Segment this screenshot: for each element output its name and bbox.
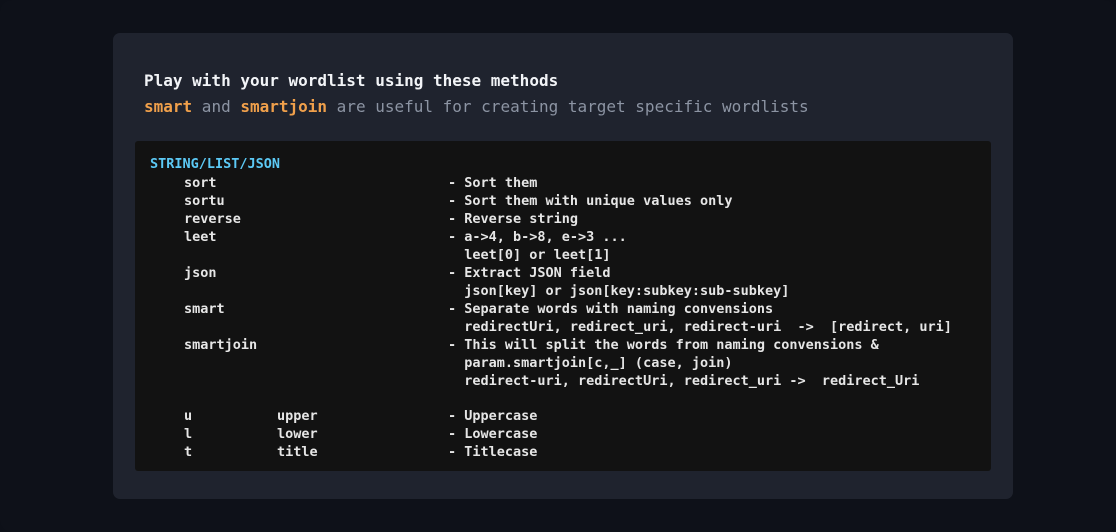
cmd-json: json	[184, 265, 217, 281]
methods-card: Play with your wordlist using these meth…	[113, 33, 1013, 499]
terminal-output: STRING/LIST/JSON sort - Sort them sortu …	[135, 141, 991, 471]
desc-json: - Extract JSON field	[448, 265, 611, 281]
cmd-reverse: reverse	[184, 211, 241, 227]
cmd-sort: sort	[184, 175, 217, 191]
cmd-sortu: sortu	[184, 193, 225, 209]
desc-lower: - Lowercase	[448, 426, 538, 442]
cmd-l: l	[184, 426, 193, 442]
desc-reverse: - Reverse string	[448, 211, 579, 227]
subtitle-mid: and	[192, 97, 241, 116]
cmd-t: t	[184, 444, 193, 460]
cmd-leet: leet	[184, 229, 217, 245]
card-subtitle: smart and smartjoin are useful for creat…	[144, 97, 809, 116]
window-frame: Play with your wordlist using these meth…	[0, 0, 1116, 532]
section-heading: STRING/LIST/JSON	[150, 156, 281, 172]
card-title: Play with your wordlist using these meth…	[144, 71, 559, 90]
cmd-u: u	[184, 408, 193, 424]
alias-title: title	[277, 444, 318, 460]
desc-smart-example: redirectUri, redirect_uri, redirect-uri …	[448, 319, 952, 335]
alias-lower: lower	[277, 426, 318, 442]
desc-leet: - a->4, b->8, e->3 ...	[448, 229, 627, 245]
alias-upper: upper	[277, 408, 318, 424]
desc-json-usage: json[key] or json[key:subkey:sub-subkey]	[448, 283, 790, 299]
desc-sortu: - Sort them with unique values only	[448, 193, 733, 209]
smart-keyword: smart	[144, 97, 193, 116]
cmd-smartjoin: smartjoin	[184, 337, 258, 353]
desc-upper: - Uppercase	[448, 408, 538, 424]
desc-smartjoin-example: redirect-uri, redirectUri, redirect_uri …	[448, 373, 920, 389]
subtitle-rest: are useful for creating target specific …	[327, 97, 809, 116]
desc-leet-usage: leet[0] or leet[1]	[448, 247, 611, 263]
desc-smartjoin: - This will split the words from naming …	[448, 337, 879, 353]
cmd-smart: smart	[184, 301, 225, 317]
desc-sort: - Sort them	[448, 175, 538, 191]
desc-smartjoin-usage: param.smartjoin[c,_] (case, join)	[448, 355, 733, 371]
desc-smart: - Separate words with naming convensions	[448, 301, 774, 317]
desc-title: - Titlecase	[448, 444, 538, 460]
smartjoin-keyword: smartjoin	[240, 97, 328, 116]
